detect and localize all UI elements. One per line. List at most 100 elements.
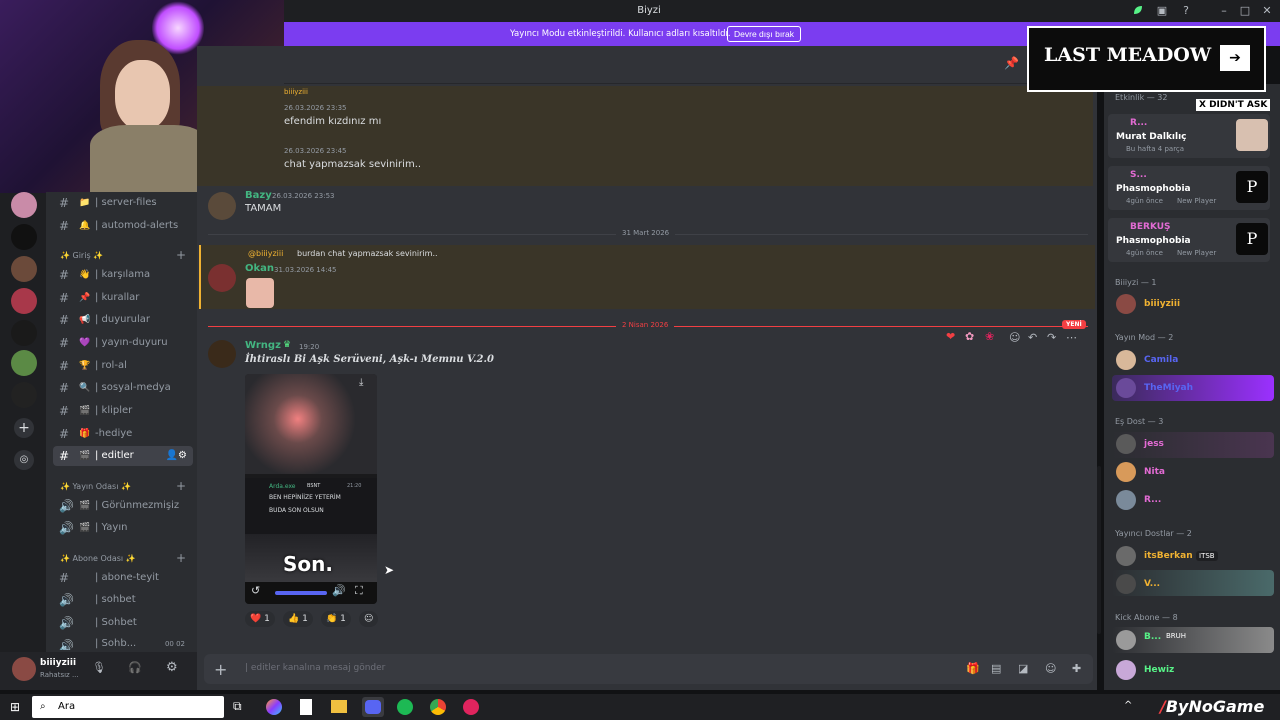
reply-icon[interactable]: ↶ [1028,331,1037,344]
server-icon[interactable] [11,224,37,250]
chat-scrollbar[interactable] [1097,466,1101,634]
close-icon[interactable]: ✕ [1260,4,1274,18]
channel-hediye[interactable]: # 🎁 -hediye [53,424,193,444]
avatar[interactable] [1116,294,1136,314]
member-name[interactable]: Hewiz [1144,665,1174,675]
avatar[interactable] [1116,546,1136,566]
app-icon[interactable] [463,699,479,715]
fullscreen-icon[interactable]: ⛶ [355,584,363,598]
add-channel-icon[interactable]: + [176,551,186,565]
channel-klipler[interactable]: # 🎬 | klipler [53,401,193,421]
server-icon[interactable] [11,256,37,282]
channel-sosyal-medya[interactable]: # 🔍 | sosyal-medya [53,378,193,398]
member-name[interactable]: R... [1144,495,1161,505]
voice-channel-sohbet[interactable]: 🔊 | sohbet [53,590,193,610]
avatar[interactable] [1116,350,1136,370]
member-name[interactable]: Nita [1144,467,1165,477]
member-name[interactable]: B... [1144,632,1161,642]
forward-icon[interactable]: ↷ [1047,331,1056,344]
server-icon[interactable] [11,320,37,346]
pin-icon[interactable]: 📌 [1004,56,1019,70]
microphone-icon[interactable]: 🎙 [92,661,106,674]
disable-streamer-mode-button[interactable]: Devre dışı bırak [727,26,801,42]
category-yayin-odasi[interactable]: ✨ Yayın Odası ✨ [60,481,131,493]
video-player[interactable]: Arda.exe BSNT 21:20 BEN HEPİNİİZE YETERİ… [245,374,377,604]
add-attachment-icon[interactable]: + [214,660,227,679]
message-author[interactable]: Bazy [245,190,272,201]
gift-icon[interactable]: 🎁 [966,662,980,675]
server-icon[interactable] [11,192,37,218]
reply-author[interactable]: @biiiyziii [248,249,283,258]
gif-icon[interactable]: ▤ [991,662,1001,675]
download-icon[interactable]: ⤓ [359,377,363,388]
avatar[interactable] [1116,490,1136,510]
headphones-icon[interactable]: 🎧 [128,661,142,674]
avatar[interactable] [12,657,36,681]
channel-abone-teyit[interactable]: # | abone-teyit [53,568,193,588]
add-channel-icon[interactable]: + [176,248,186,262]
avatar[interactable] [1116,462,1136,482]
spotify-icon[interactable] [397,699,413,715]
reaction-heart[interactable]: ❤️ 1 [245,611,275,627]
reaction-clap[interactable]: 👏 1 [321,611,351,627]
avatar[interactable] [1116,630,1136,650]
channel-editler[interactable]: # 🎬 | editler 👤⚙ [53,446,193,466]
avatar[interactable] [208,192,236,220]
user-settings-icon[interactable]: ⚙ [166,660,178,675]
minimize-icon[interactable]: – [1217,4,1231,18]
flower-reaction-icon[interactable]: ✿ [965,330,974,343]
apps-icon[interactable]: ✚ [1072,662,1081,675]
maximize-icon[interactable]: □ [1238,4,1252,18]
member-name[interactable]: itsBerkan [1144,551,1193,561]
folder-icon[interactable] [331,700,347,713]
server-icon[interactable] [11,382,37,408]
channel-duyurular[interactable]: # 📢 | duyurular [53,310,193,330]
server-icon[interactable] [11,350,37,376]
voice-channel-gorunmezmisiz[interactable]: 🔊 🎬 | Görünmezmişiz [53,496,193,516]
more-icon[interactable]: ⋯ [1066,331,1077,344]
member-name[interactable]: jess [1144,439,1164,449]
member-name[interactable]: biiiyziii [1144,299,1180,309]
voice-channel-yayin[interactable]: 🔊 🎬 | Yayın [53,518,193,538]
avatar[interactable] [1116,660,1136,680]
sticker-reaction-icon[interactable]: ❀ [985,330,994,343]
reply-text[interactable]: burdan chat yapmazsak sevinirim.. [297,249,438,258]
settings-icon[interactable]: 👤⚙ [166,446,187,466]
reaction-thumbs-up[interactable]: 👍 1 [283,611,313,627]
emoji-icon[interactable]: ☺ [1045,662,1056,675]
replay-icon[interactable]: ↺ [251,584,260,597]
volume-icon[interactable]: 🔊 [332,584,346,597]
channel-rol-al[interactable]: # 🏆 | rol-al [53,356,193,376]
category-abone-odasi[interactable]: ✨ Abone Odası ✨ [60,553,136,565]
channel-karsilama[interactable]: # 👋 | karşılama [53,265,193,285]
channel-automod-alerts[interactable]: # 🔔 | automod-alerts [53,216,193,236]
video-progress[interactable] [275,591,327,595]
message-author[interactable]: Okan [245,263,274,274]
heart-reaction-icon[interactable]: ❤ [946,330,955,343]
add-reaction-icon[interactable]: ☺ [359,611,379,627]
avatar[interactable] [1116,574,1136,594]
file-icon[interactable] [300,699,312,715]
sticker-icon[interactable]: ◪ [1018,662,1028,675]
inbox-icon[interactable]: ▣ [1155,4,1169,18]
member-name[interactable]: V... [1144,579,1160,589]
search-input[interactable]: Ara [58,701,75,712]
member-name[interactable]: Camila [1144,355,1178,365]
avatar[interactable] [1116,434,1136,454]
add-server-icon[interactable]: + [14,418,34,438]
channel-kurallar[interactable]: # 📌 | kurallar [53,288,193,308]
avatar[interactable] [1116,378,1136,398]
voice-channel-sohbet-2[interactable]: 🔊 | Sohbet [53,613,193,633]
avatar[interactable] [208,264,236,292]
message-input[interactable]: | editler kanalına mesaj gönder [245,663,385,673]
copilot-icon[interactable] [266,699,282,715]
task-view-icon[interactable]: ⧉ [233,699,242,714]
add-channel-icon[interactable]: + [176,479,186,493]
help-icon[interactable]: ? [1179,4,1193,18]
leaf-icon[interactable] [1131,4,1145,18]
server-icon[interactable] [11,288,37,314]
member-name[interactable]: TheMiyah [1144,383,1193,393]
discover-icon[interactable]: ◎ [14,450,34,470]
add-reaction-icon[interactable]: ☺ [1009,331,1020,344]
voice-channel-sohbet-3[interactable]: 🔊 | Sohb... 00 02 [53,636,193,650]
